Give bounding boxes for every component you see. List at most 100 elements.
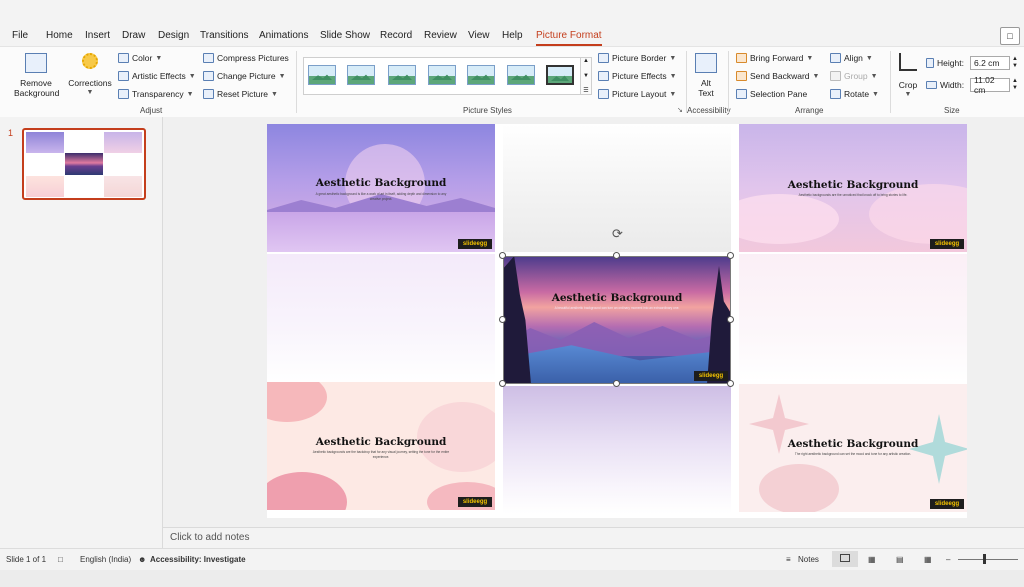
reset-picture-button[interactable]: Reset Picture ▼ <box>203 89 278 99</box>
menu-bar: File Home Insert Draw Design Transitions… <box>0 24 1024 46</box>
picture-border-button[interactable]: Picture Border ▼ <box>598 53 676 63</box>
alt-text-button[interactable]: Alt Text <box>692 51 720 101</box>
window-bottom <box>0 570 1024 587</box>
chevron-down-icon: ▼ <box>278 72 286 80</box>
chevron-down-icon: ▼ <box>86 89 94 96</box>
selection-box <box>503 256 731 384</box>
change-picture-icon <box>203 71 214 81</box>
tab-slide-show[interactable]: Slide Show <box>320 30 370 41</box>
resize-handle[interactable] <box>499 252 506 259</box>
tab-design[interactable]: Design <box>158 30 189 41</box>
image-card-3[interactable]: Aesthetic Background Aesthetic backgroun… <box>267 382 495 510</box>
reading-view-icon[interactable]: ▤ <box>896 555 904 564</box>
zoom-slider[interactable] <box>958 559 1018 560</box>
accessibility-status[interactable]: Accessibility: Investigate <box>150 555 246 564</box>
separator <box>686 51 687 113</box>
separator <box>890 51 891 113</box>
tab-picture-format[interactable]: Picture Format <box>536 30 602 46</box>
height-label-group: Height: <box>926 58 964 68</box>
normal-view-button[interactable] <box>832 551 858 567</box>
width-input[interactable]: 11.02 cm <box>970 75 1010 95</box>
transparency-button[interactable]: Transparency ▼ <box>118 89 194 99</box>
chevron-down-icon: ▼ <box>904 91 912 98</box>
ribbon: Remove Background Corrections ▼ Color ▼ A… <box>0 46 1024 118</box>
remove-background-label-2: Background <box>14 88 60 98</box>
compress-pictures-button[interactable]: Compress Pictures <box>203 53 289 63</box>
slide-number: 1 <box>8 128 14 138</box>
color-icon <box>118 53 129 63</box>
crop-button[interactable]: Crop ▼ <box>896 51 920 101</box>
rotate-button[interactable]: Rotate ▼ <box>830 89 879 99</box>
rotate-handle-icon[interactable]: ⟳ <box>612 226 623 242</box>
tab-draw[interactable]: Draw <box>122 30 145 41</box>
picture-style-1[interactable] <box>308 65 336 85</box>
slide-show-icon[interactable]: ▦ <box>924 555 932 564</box>
arrange-group-label: Arrange <box>795 106 824 115</box>
notes-button[interactable]: Notes <box>798 555 819 564</box>
height-input[interactable]: 6.2 cm <box>970 56 1010 70</box>
tab-insert[interactable]: Insert <box>85 30 110 41</box>
artistic-effects-button[interactable]: Artistic Effects ▼ <box>118 71 196 81</box>
remove-background-button[interactable]: Remove Background <box>14 51 60 101</box>
slide-thumbnail[interactable] <box>22 128 146 200</box>
language-indicator[interactable]: English (India) <box>80 555 131 564</box>
image-card-4[interactable]: Aesthetic Background The right aesthetic… <box>739 384 967 512</box>
spellcheck-icon[interactable]: □ <box>58 555 63 564</box>
image-reflection <box>739 254 967 382</box>
bring-forward-label: Bring Forward <box>750 53 804 63</box>
alt-text-label-1: Alt <box>701 78 711 88</box>
selection-pane-button[interactable]: Selection Pane <box>736 89 807 99</box>
rotate-label: Rotate <box>844 89 870 99</box>
corrections-button[interactable]: Corrections ▼ <box>68 51 112 101</box>
resize-handle[interactable] <box>727 380 734 387</box>
tab-view[interactable]: View <box>468 30 490 41</box>
dialog-launcher-icon[interactable]: ↘ <box>677 106 683 114</box>
chevron-down-icon: ▼ <box>806 54 814 62</box>
color-label: Color <box>132 53 153 63</box>
zoom-out-icon[interactable]: – <box>946 555 950 564</box>
image-card-1[interactable]: Aesthetic Background A great aesthetic b… <box>267 124 495 252</box>
group-button[interactable]: Group ▼ <box>830 71 878 81</box>
bring-forward-button[interactable]: Bring Forward ▼ <box>736 53 813 63</box>
tab-transitions[interactable]: Transitions <box>200 30 249 41</box>
tab-record[interactable]: Record <box>380 30 412 41</box>
height-spinner[interactable]: ▲ ▼ <box>1012 56 1018 70</box>
align-button[interactable]: Align ▼ <box>830 53 873 63</box>
picture-layout-button[interactable]: Picture Layout ▼ <box>598 89 676 99</box>
chevron-down-icon: ▼ <box>271 90 278 98</box>
notes-placeholder[interactable]: Click to add notes <box>170 532 250 543</box>
picture-effects-button[interactable]: Picture Effects ▼ <box>598 71 677 81</box>
slide-counter: Slide 1 of 1 <box>6 555 47 564</box>
zoom-slider-thumb[interactable] <box>983 554 986 564</box>
image-card-2[interactable]: Aesthetic Background Aesthetic backgroun… <box>739 124 967 252</box>
tab-file[interactable]: File <box>12 30 28 41</box>
picture-effects-label: Picture Effects <box>612 71 667 81</box>
tab-animations[interactable]: Animations <box>259 30 308 41</box>
slideegg-logo: slideegg <box>930 239 964 249</box>
width-spinner[interactable]: ▲ ▼ <box>1012 78 1018 92</box>
resize-handle[interactable] <box>613 252 620 259</box>
slide-sorter-icon[interactable]: ▦ <box>868 555 876 564</box>
resize-handle[interactable] <box>727 252 734 259</box>
picture-style-7[interactable] <box>546 65 574 85</box>
picture-style-4[interactable] <box>428 65 456 85</box>
send-backward-button[interactable]: Send Backward ▼ <box>736 71 819 81</box>
tab-home[interactable]: Home <box>46 30 73 41</box>
comments-button[interactable]: □ <box>1000 27 1020 45</box>
picture-style-6[interactable] <box>507 65 535 85</box>
gallery-scroll[interactable]: ▲ ▼ ☰ <box>580 57 592 95</box>
resize-handle[interactable] <box>499 316 506 323</box>
change-picture-button[interactable]: Change Picture ▼ <box>203 71 286 81</box>
tab-review[interactable]: Review <box>424 30 457 41</box>
color-button[interactable]: Color ▼ <box>118 53 162 63</box>
resize-handle[interactable] <box>727 316 734 323</box>
compress-icon <box>203 53 214 63</box>
tab-help[interactable]: Help <box>502 30 523 41</box>
resize-handle[interactable] <box>613 380 620 387</box>
notes-pane[interactable] <box>163 527 1024 549</box>
picture-style-2[interactable] <box>347 65 375 85</box>
accessibility-group-label: Accessibility <box>687 106 731 115</box>
picture-style-3[interactable] <box>388 65 416 85</box>
resize-handle[interactable] <box>499 380 506 387</box>
picture-style-5[interactable] <box>467 65 495 85</box>
